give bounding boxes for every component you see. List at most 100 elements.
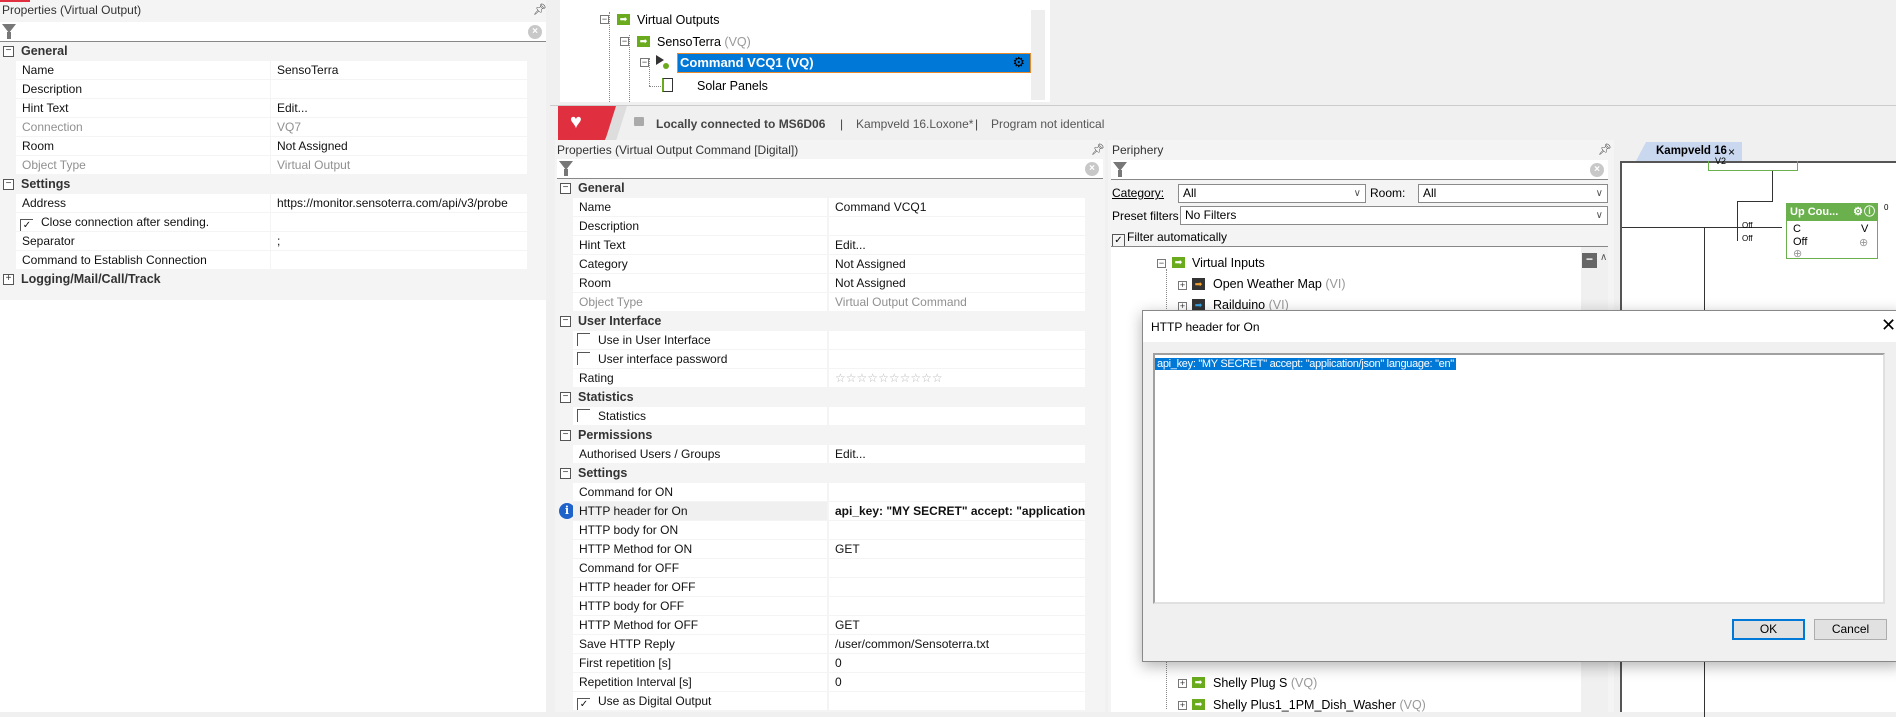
property-row[interactable]: First repetition [s] 0 <box>557 654 1103 673</box>
property-row[interactable]: Description <box>0 80 546 99</box>
tree-item-solar-panels[interactable]: Solar Panels <box>697 78 768 94</box>
scroll-up-icon[interactable]: ∧ <box>1600 252 1607 263</box>
filter-input[interactable]: × <box>1111 160 1608 180</box>
value-cell[interactable]: https://monitor.sensoterra.com/api/v3/pr… <box>271 194 527 212</box>
value-cell[interactable]: GET <box>829 540 1085 558</box>
scrollbar[interactable] <box>1031 10 1045 100</box>
value-cell[interactable] <box>271 251 527 269</box>
value-cell[interactable]: Not Assigned <box>829 274 1085 292</box>
tree-item-sensoterra[interactable]: SensoTerra (VQ) <box>657 34 751 50</box>
property-row[interactable]: HTTP body for OFF <box>557 597 1103 616</box>
collapse-icon[interactable]: − <box>3 179 14 190</box>
property-row[interactable]: Name Command VCQ1 <box>557 198 1103 217</box>
property-row[interactable]: HTTP Method for OFF GET <box>557 616 1103 635</box>
close-icon[interactable]: ✕ <box>1881 315 1896 336</box>
clear-filter-icon[interactable]: × <box>528 25 542 39</box>
value-cell[interactable]: Not Assigned <box>829 255 1085 273</box>
value-cell[interactable]: /user/common/Sensoterra.txt <box>829 635 1085 653</box>
filter-input[interactable]: × <box>0 22 546 42</box>
value-cell[interactable]: SensoTerra <box>271 61 527 79</box>
property-row[interactable]: Repetition Interval [s] 0 <box>557 673 1103 692</box>
property-row[interactable]: HTTP Method for ON GET <box>557 540 1103 559</box>
collapse-icon[interactable]: − <box>560 316 571 327</box>
clear-filter-icon[interactable]: × <box>1590 163 1604 177</box>
value-cell[interactable]: Edit... <box>829 236 1085 254</box>
section-header[interactable]: − User Interface <box>557 312 1103 331</box>
property-row[interactable]: Hint Text Edit... <box>557 236 1103 255</box>
rating-star-icon[interactable]: ☆ <box>921 371 932 385</box>
gear-icon[interactable]: ⚙ <box>1853 204 1863 221</box>
tree-item-shelly-plus1[interactable]: Shelly Plus1_1PM_Dish_Washer (VQ) <box>1213 697 1426 713</box>
property-row[interactable]: i HTTP header for On api_key: "MY SECRET" … <box>557 502 1103 521</box>
property-row[interactable]: HTTP body for ON <box>557 521 1103 540</box>
collapse-icon[interactable]: − <box>560 183 571 194</box>
checkbox[interactable]: ✓ <box>577 698 590 710</box>
pin-icon[interactable]: 📌︎ <box>1598 143 1612 156</box>
rating-star-icon[interactable]: ☆ <box>910 371 921 385</box>
rating-star-icon[interactable]: ☆ <box>835 371 846 385</box>
info-icon[interactable]: ⓘ <box>1864 204 1875 221</box>
rating-star-icon[interactable]: ☆ <box>878 371 889 385</box>
checkbox[interactable]: ✓ <box>20 219 33 231</box>
ok-button[interactable]: OK <box>1732 619 1805 640</box>
block-v2[interactable]: V2 <box>1708 156 1798 171</box>
collapse-toggle[interactable]: − <box>1157 259 1166 268</box>
section-header[interactable]: − General <box>0 42 546 61</box>
value-cell[interactable] <box>829 578 1085 596</box>
collapse-toggle[interactable]: − <box>640 58 649 67</box>
property-row[interactable]: Command for ON <box>557 483 1103 502</box>
value-cell[interactable]: Command VCQ1 <box>829 198 1085 216</box>
value-cell[interactable]: api_key: "MY SECRET" accept: "applicatio… <box>829 502 1085 520</box>
checkbox[interactable] <box>577 333 590 346</box>
property-row[interactable]: Room Not Assigned <box>0 137 546 156</box>
pin-icon[interactable]: 📌︎ <box>1091 143 1105 156</box>
section-header[interactable]: + Logging/Mail/Call/Track <box>0 270 546 289</box>
property-row[interactable]: ✓ Close connection after sending. <box>0 213 546 232</box>
property-row[interactable]: User interface password <box>557 350 1103 369</box>
header-textarea[interactable]: api_key: "MY SECRET" accept: "applicatio… <box>1153 353 1885 604</box>
property-row[interactable]: Rating ☆☆☆☆☆☆☆☆☆☆ <box>557 369 1103 388</box>
property-row[interactable]: Command for OFF <box>557 559 1103 578</box>
property-row[interactable]: Statistics <box>557 407 1103 426</box>
value-cell[interactable]: Not Assigned <box>271 137 527 155</box>
property-row[interactable]: HTTP header for OFF <box>557 578 1103 597</box>
checkbox[interactable] <box>577 352 590 365</box>
room-select[interactable]: All ∨ <box>1418 184 1608 203</box>
close-icon[interactable]: × <box>1728 145 1735 159</box>
add-input-icon[interactable]: ⊕ <box>1793 247 1802 260</box>
filter-input[interactable]: × <box>557 159 1103 179</box>
section-header[interactable]: − Settings <box>557 464 1103 483</box>
value-cell[interactable] <box>829 331 1085 349</box>
property-row[interactable]: Address https://monitor.sensoterra.com/ap… <box>0 194 546 213</box>
input-c[interactable]: C <box>1793 223 1801 235</box>
clear-filter-icon[interactable]: × <box>1085 162 1099 176</box>
property-row[interactable]: Save HTTP Reply/user/common/Sensoterra.t… <box>557 635 1103 654</box>
property-row[interactable]: Use in User Interface <box>557 331 1103 350</box>
property-row[interactable]: Object Type Virtual Output <box>0 156 546 175</box>
section-header[interactable]: − Statistics <box>557 388 1103 407</box>
property-row[interactable]: Authorised Users / Groups Edit... <box>557 445 1103 464</box>
tree-item-command-vcq1[interactable]: Command VCQ1 (VQ) ⚙ <box>677 53 1031 73</box>
section-header[interactable]: − General <box>557 179 1103 198</box>
pin-icon[interactable]: 📌︎ <box>533 3 547 16</box>
section-header[interactable]: − Permissions <box>557 426 1103 445</box>
rating-star-icon[interactable]: ☆ <box>867 371 878 385</box>
property-row[interactable]: Object Type Virtual Output Command <box>557 293 1103 312</box>
property-row[interactable]: Hint Text Edit... <box>0 99 546 118</box>
value-cell[interactable] <box>829 483 1085 501</box>
add-output-icon[interactable]: ⊕ <box>1859 236 1868 249</box>
property-row[interactable]: Room Not Assigned <box>557 274 1103 293</box>
gear-icon[interactable]: ⚙ <box>1012 54 1025 71</box>
value-cell[interactable] <box>271 213 527 231</box>
up-counter-block[interactable]: Up Cou... ⚙ ⓘ C Off V ⊕ ⊕ <box>1786 203 1878 260</box>
value-cell[interactable] <box>829 217 1085 235</box>
value-cell[interactable] <box>829 597 1085 615</box>
rating-star-icon[interactable]: ☆ <box>857 371 868 385</box>
value-cell[interactable]: GET <box>829 616 1085 634</box>
value-cell[interactable]: Edit... <box>271 99 527 117</box>
rating-star-icon[interactable]: ☆ <box>932 371 943 385</box>
value-cell[interactable] <box>271 80 527 98</box>
value-cell[interactable]: Virtual Output <box>271 156 527 174</box>
checkbox[interactable] <box>577 409 590 422</box>
collapse-icon[interactable]: − <box>3 46 14 57</box>
